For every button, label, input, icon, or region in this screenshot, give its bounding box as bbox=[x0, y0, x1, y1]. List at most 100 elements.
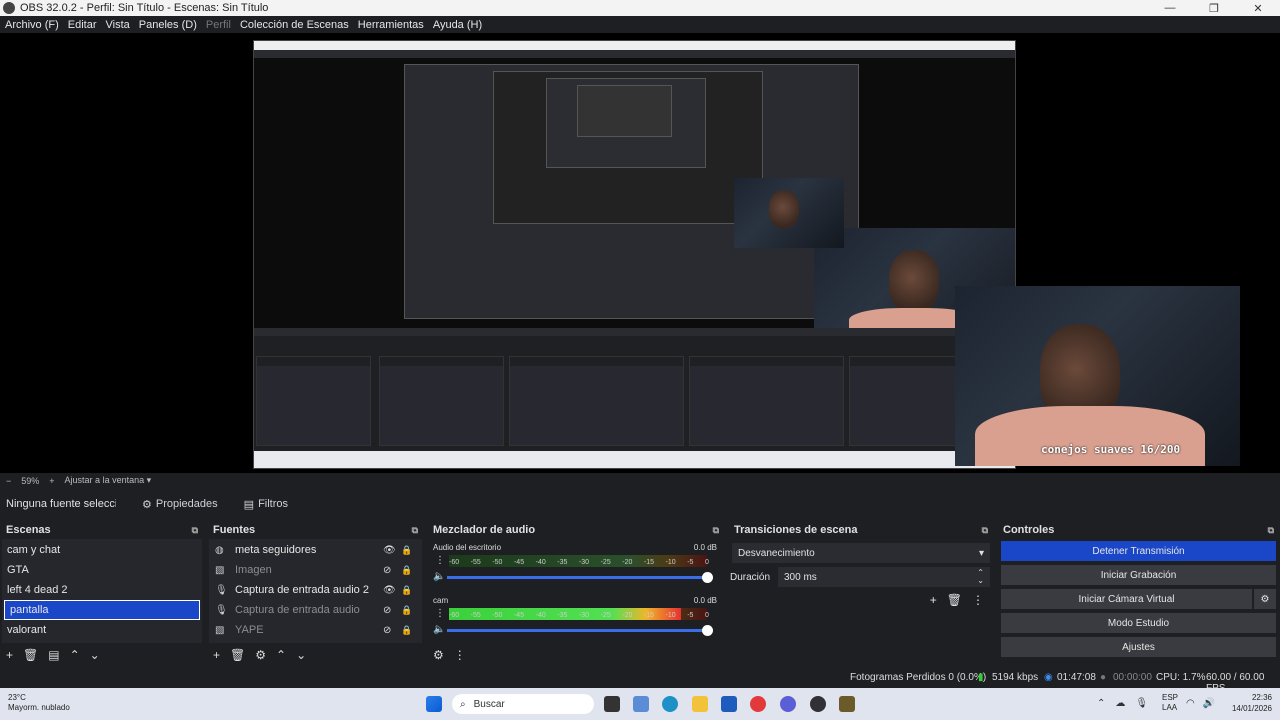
spin-arrows-icon[interactable]: ⌃ ⌄ bbox=[977, 569, 984, 585]
lock-icon[interactable]: 🔒 bbox=[401, 565, 412, 576]
volume-slider-knob[interactable] bbox=[702, 572, 713, 583]
menu-perfil[interactable]: Perfil bbox=[206, 19, 231, 31]
scene-item[interactable]: GTA bbox=[2, 560, 202, 580]
virtual-camera-gear-icon[interactable]: ⚙ bbox=[1254, 589, 1276, 609]
source-item[interactable]: 🎙 Captura de entrada audio ⊘ 🔒 bbox=[209, 600, 422, 620]
scenes-header: Escenas ⧉ bbox=[0, 521, 204, 539]
settings-button[interactable]: Ajustes bbox=[1001, 637, 1276, 657]
menu-ayuda[interactable]: Ayuda (H) bbox=[433, 19, 482, 31]
visibility-eye-icon[interactable]: 👁 bbox=[383, 545, 396, 556]
move-up-icon[interactable]: ⌃ bbox=[276, 648, 286, 662]
filters-button[interactable]: ▤ Filtros bbox=[244, 498, 288, 511]
scene-item[interactable]: left 4 dead 2 bbox=[2, 580, 202, 600]
undock-icon[interactable]: ⧉ bbox=[412, 525, 418, 536]
source-settings-icon[interactable]: ⚙ bbox=[255, 648, 266, 662]
menu-vista[interactable]: Vista bbox=[106, 19, 130, 31]
volume-icon[interactable]: 🔊 bbox=[1203, 698, 1215, 709]
source-item[interactable]: ▧ Imagen ⊘ 🔒 bbox=[209, 560, 422, 580]
undock-icon[interactable]: ⧉ bbox=[1268, 525, 1274, 536]
scene-item[interactable]: cam y chat bbox=[2, 540, 202, 560]
undock-icon[interactable]: ⧉ bbox=[982, 525, 988, 536]
hidden-eye-icon[interactable]: ⊘ bbox=[383, 565, 391, 576]
add-source-button[interactable]: + bbox=[213, 648, 220, 662]
lock-icon[interactable]: 🔒 bbox=[401, 605, 412, 616]
studio-mode-button[interactable]: Modo Estudio bbox=[1001, 613, 1276, 633]
menu-archivo[interactable]: Archivo (F) bbox=[5, 19, 59, 31]
mixer-menu-icon[interactable]: ⋮ bbox=[454, 648, 466, 662]
volume-slider[interactable] bbox=[447, 625, 713, 636]
speaker-icon[interactable]: 🔈 bbox=[433, 571, 445, 582]
remove-source-icon[interactable]: 🗑 bbox=[230, 648, 245, 662]
properties-button[interactable]: ⚙ Propiedades bbox=[142, 498, 218, 511]
wifi-icon[interactable]: ◠ bbox=[1186, 698, 1195, 709]
zoom-in-button[interactable]: + bbox=[49, 476, 54, 486]
stop-streaming-button[interactable]: Detener Transmisión bbox=[1001, 541, 1276, 561]
undock-icon[interactable]: ⧉ bbox=[713, 525, 719, 536]
transition-menu-icon[interactable]: ⋮ bbox=[972, 593, 984, 607]
menu-coleccion-escenas[interactable]: Colección de Escenas bbox=[240, 19, 349, 31]
store-icon[interactable] bbox=[721, 696, 737, 712]
opera-icon[interactable] bbox=[750, 696, 766, 712]
scene-item[interactable]: valorant bbox=[2, 620, 202, 640]
preview-canvas[interactable] bbox=[253, 40, 1016, 469]
minimize-button[interactable]: — bbox=[1148, 0, 1192, 16]
remove-scene-icon[interactable]: 🗑 bbox=[23, 648, 38, 662]
hidden-eye-icon[interactable]: ⊘ bbox=[383, 625, 391, 636]
undock-icon[interactable]: ⧉ bbox=[192, 525, 198, 536]
close-button[interactable]: ✕ bbox=[1236, 0, 1280, 16]
source-item[interactable]: 🎙 Captura de entrada audio 2 👁 🔒 bbox=[209, 580, 422, 600]
volume-slider-knob[interactable] bbox=[702, 625, 713, 636]
zoom-out-button[interactable]: − bbox=[6, 476, 11, 486]
preview-area[interactable]: conejos suaves 16/200 bbox=[0, 33, 1280, 473]
scene-filters-icon[interactable]: ▤ bbox=[48, 648, 59, 662]
maximize-button[interactable]: ❐ bbox=[1192, 0, 1236, 16]
visibility-eye-icon[interactable]: 👁 bbox=[383, 585, 396, 596]
language-indicator[interactable]: ESP LAA bbox=[1162, 693, 1178, 713]
app-icon[interactable] bbox=[633, 696, 649, 712]
clock[interactable]: 22:36 14/01/2026 bbox=[1232, 692, 1272, 714]
start-recording-button[interactable]: Iniciar Grabación bbox=[1001, 565, 1276, 585]
taskbar-search[interactable]: ⌕ Buscar bbox=[452, 694, 594, 714]
move-up-icon[interactable]: ⌃ bbox=[70, 648, 80, 662]
cloud-icon[interactable]: ☁ bbox=[1115, 698, 1125, 709]
remove-transition-icon[interactable]: 🗑 bbox=[947, 593, 962, 607]
menu-herramientas[interactable]: Herramientas bbox=[358, 19, 424, 31]
mic-icon[interactable]: 🎙 bbox=[1135, 698, 1148, 709]
start-virtual-camera-button[interactable]: Iniciar Cámara Virtual bbox=[1001, 589, 1252, 609]
meter-ticks: -60 -55 -50 -45 -40 -35 -30 -25 -20 -15 -10 -5 0 bbox=[449, 559, 709, 566]
transition-select[interactable]: Desvanecimiento ▾ bbox=[732, 543, 990, 563]
nested-taskbar bbox=[254, 451, 1015, 468]
edge-browser-icon[interactable] bbox=[662, 696, 678, 712]
weather-widget[interactable]: 23°C Mayorm. nublado bbox=[8, 693, 70, 713]
hidden-eye-icon[interactable]: ⊘ bbox=[383, 605, 391, 616]
scene-item-selected[interactable]: pantalla bbox=[4, 600, 200, 620]
channel-menu-icon[interactable]: ⋮ bbox=[435, 555, 445, 566]
lock-icon[interactable]: 🔒 bbox=[401, 585, 412, 596]
chevron-up-icon[interactable]: ⌃ bbox=[1097, 698, 1105, 709]
duration-spinbox[interactable]: 300 ms ⌃ ⌄ bbox=[778, 567, 990, 587]
add-scene-button[interactable]: + bbox=[6, 648, 13, 662]
app-icon[interactable] bbox=[839, 696, 855, 712]
channel-menu-icon[interactable]: ⋮ bbox=[435, 608, 445, 619]
discord-icon[interactable] bbox=[780, 696, 796, 712]
speaker-icon[interactable]: 🔈 bbox=[433, 624, 445, 635]
source-item[interactable]: ◍ meta seguidores 👁 🔒 bbox=[209, 540, 422, 560]
lock-icon[interactable]: 🔒 bbox=[401, 625, 412, 636]
obs-taskbar-icon[interactable] bbox=[810, 696, 826, 712]
mixer-channel: cam 0.0 dB ⋮ -60 -55 -50 -45 -40 -35 -30 -25 -20… bbox=[429, 595, 723, 645]
cpu-usage: CPU: 1.7% bbox=[1156, 672, 1206, 683]
file-explorer-icon[interactable] bbox=[692, 696, 708, 712]
mixer-settings-icon[interactable]: ⚙ bbox=[433, 648, 444, 662]
task-view-icon[interactable] bbox=[604, 696, 620, 712]
windows-start-icon[interactable] bbox=[426, 696, 442, 712]
menu-editar[interactable]: Editar bbox=[68, 19, 97, 31]
add-transition-button[interactable]: + bbox=[930, 593, 937, 607]
move-down-icon[interactable]: ⌄ bbox=[296, 648, 306, 662]
volume-slider[interactable] bbox=[447, 572, 713, 583]
move-down-icon[interactable]: ⌄ bbox=[90, 648, 100, 662]
fit-window-dropdown[interactable]: Ajustar a la ventana ▾ bbox=[65, 475, 152, 486]
lock-icon[interactable]: 🔒 bbox=[401, 545, 412, 556]
source-item[interactable]: ▧ YAPE ⊘ 🔒 bbox=[209, 620, 422, 640]
menu-paneles[interactable]: Paneles (D) bbox=[139, 19, 197, 31]
meter-tick: -45 bbox=[513, 612, 525, 619]
